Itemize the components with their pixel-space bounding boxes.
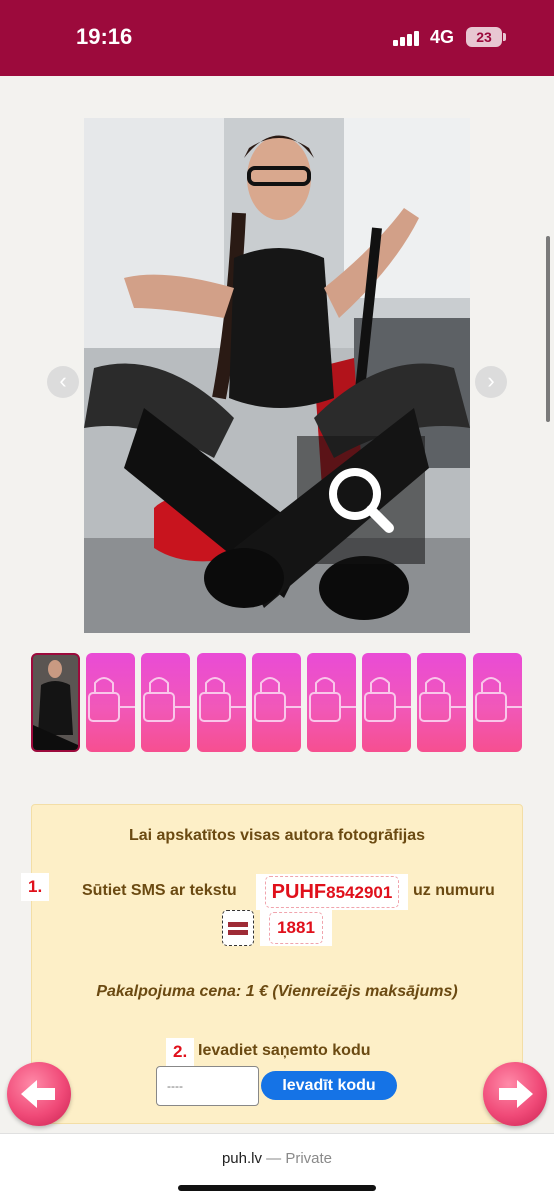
code-input[interactable] <box>156 1066 259 1106</box>
step1-text: Sūtiet SMS ar tekstu <box>82 882 237 899</box>
submit-code-button[interactable]: Ievadīt kodu <box>261 1071 397 1100</box>
lock-icon <box>254 677 301 722</box>
to-number-text: uz numuru <box>413 882 495 899</box>
thumbnail-active[interactable] <box>31 653 80 752</box>
thumbnail-strip <box>31 653 531 752</box>
prev-button[interactable] <box>7 1062 71 1126</box>
lock-icon <box>143 677 190 722</box>
arrow-right-icon <box>499 1080 533 1108</box>
lock-icon <box>309 677 356 722</box>
phone-number: 1881 <box>269 912 323 944</box>
next-button[interactable] <box>483 1062 547 1126</box>
latvia-flag-icon <box>228 922 248 935</box>
lock-icon <box>419 677 466 722</box>
lock-icon <box>475 677 522 722</box>
gallery-prev-button[interactable]: ‹ <box>47 366 79 398</box>
lock-icon <box>88 677 135 722</box>
url-domain: puh.lv <box>221 1150 262 1167</box>
network-type: 4G <box>430 27 455 47</box>
sms-code: PUHF8542901 <box>265 876 399 908</box>
scrollbar[interactable] <box>546 236 550 422</box>
lock-icon <box>199 677 246 722</box>
step1-number: 1. <box>21 873 50 901</box>
zoom-icon <box>329 468 394 533</box>
battery-tip <box>503 33 506 41</box>
price-text: Pakalpojuma cena: 1 € (Vienreizējs maksā… <box>96 983 458 1000</box>
status-time: 19:16 <box>76 24 133 49</box>
thumbnail-locked[interactable] <box>362 653 411 752</box>
thumbnail-locked[interactable] <box>86 653 135 752</box>
signal-icon <box>393 30 419 46</box>
browser-bottom-bar: puh.lv — Private <box>0 1133 554 1200</box>
status-bar: 19:16 4G 23 <box>0 0 554 76</box>
main-photo[interactable] <box>84 118 470 633</box>
step2-text: Ievadiet saņemto kodu <box>198 1042 371 1059</box>
thumbnail-locked[interactable] <box>197 653 246 752</box>
country-selector[interactable] <box>222 910 254 946</box>
url-bar[interactable]: puh.lv — Private <box>0 1150 554 1167</box>
thumbnail-locked[interactable] <box>252 653 301 752</box>
gallery-next-button[interactable]: › <box>475 366 507 398</box>
home-indicator[interactable] <box>178 1185 376 1191</box>
arrow-left-icon <box>21 1080 55 1108</box>
thumbnail-locked[interactable] <box>417 653 466 752</box>
thumbnail-locked[interactable] <box>473 653 522 752</box>
lock-icon <box>364 677 411 722</box>
panel-title: Lai apskatītos visas autora fotogrāfijas <box>128 827 426 844</box>
thumbnail-locked[interactable] <box>307 653 356 752</box>
step2-number: 2. <box>166 1038 195 1066</box>
thumbnail-locked[interactable] <box>141 653 190 752</box>
zoom-overlay[interactable] <box>297 436 425 564</box>
sms-code-box: PUHF8542901 <box>256 874 408 910</box>
battery-icon: 23 <box>466 27 502 47</box>
browsing-mode: — Private <box>266 1150 333 1167</box>
phone-number-box: 1881 <box>260 910 332 946</box>
